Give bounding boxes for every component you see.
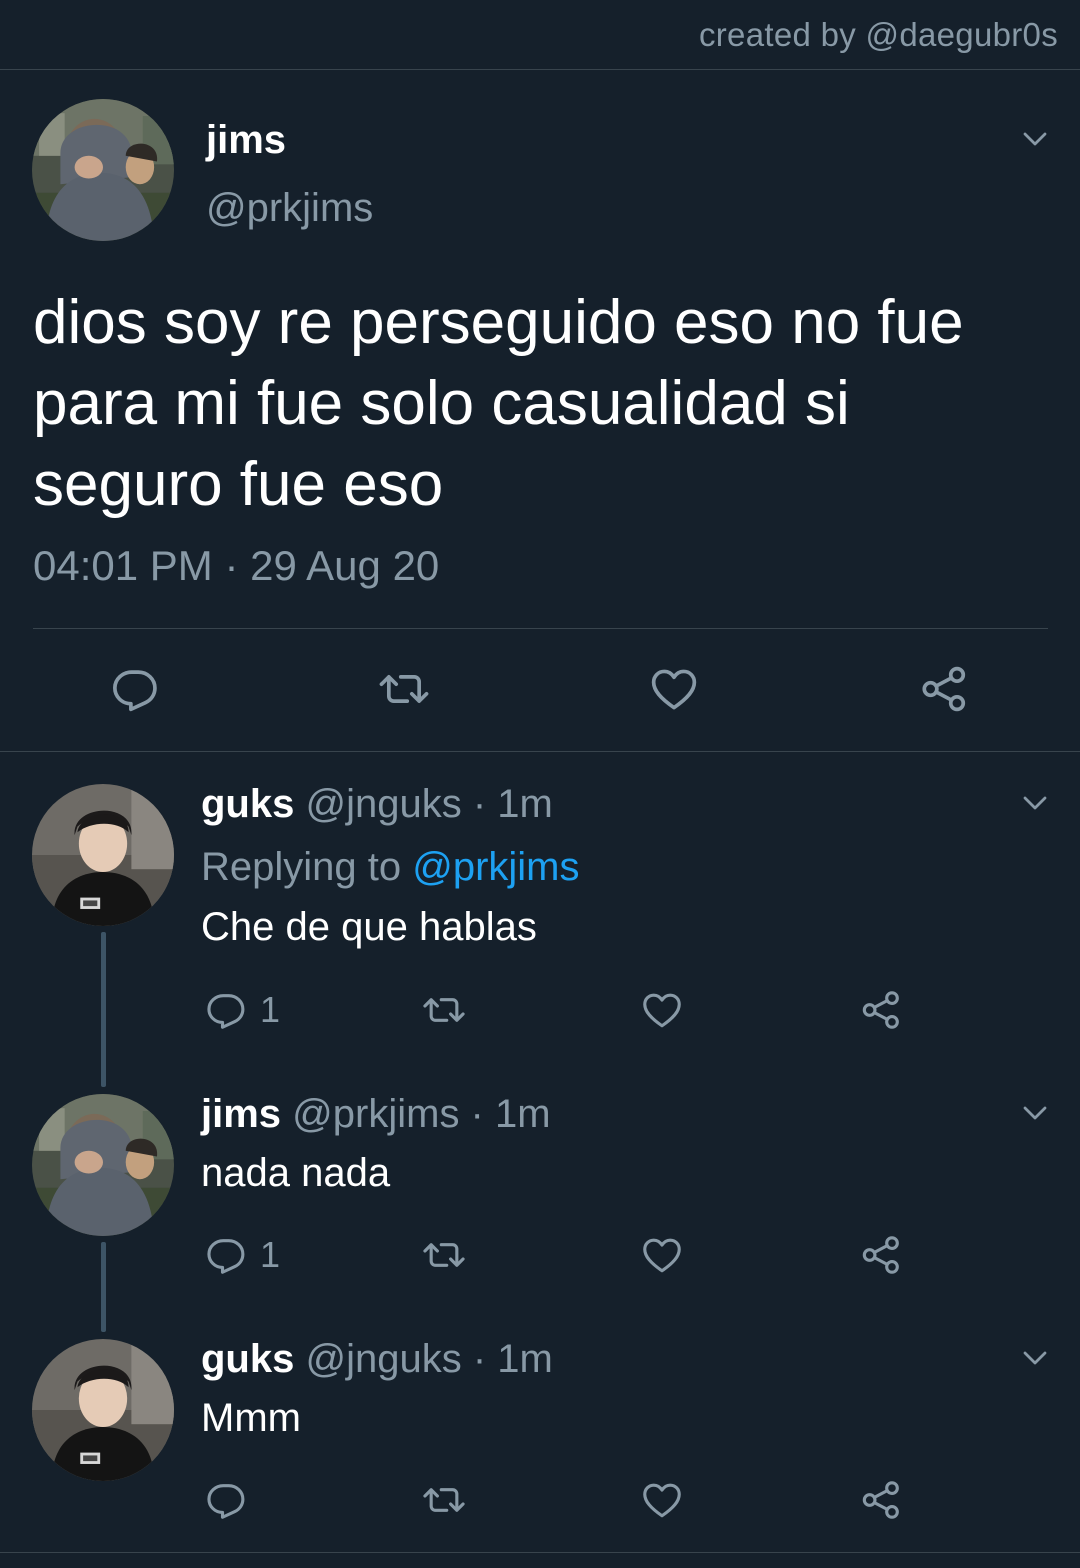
reply-icon: [204, 1478, 248, 1522]
share-button[interactable]: [859, 988, 903, 1032]
retweet-button[interactable]: [378, 663, 430, 715]
divider: [0, 1552, 1080, 1553]
tweet-text: Che de que hablas: [201, 905, 537, 949]
author-handle-time[interactable]: @prkjims · 1m: [292, 1092, 550, 1136]
like-icon: [640, 988, 684, 1032]
author-name[interactable]: jims: [206, 118, 286, 163]
guks-avatar-icon: [32, 1339, 174, 1481]
retweet-icon: [422, 1478, 466, 1522]
share-icon: [859, 1478, 903, 1522]
reply-icon: [204, 988, 248, 1032]
reply-button[interactable]: [204, 1478, 260, 1522]
author-handle-time[interactable]: @jnguks · 1m: [305, 782, 552, 826]
share-icon: [918, 663, 970, 715]
author-handle[interactable]: @prkjims: [206, 186, 373, 231]
retweet-button[interactable]: [422, 988, 466, 1032]
like-icon: [640, 1478, 684, 1522]
retweet-icon: [422, 988, 466, 1032]
share-icon: [859, 988, 903, 1032]
share-icon: [859, 1233, 903, 1277]
like-icon: [640, 1233, 684, 1277]
reply-button[interactable]: 1: [204, 1233, 280, 1277]
share-button[interactable]: [918, 663, 970, 715]
thread-connector: [101, 932, 106, 1087]
guks-avatar-icon: [32, 784, 174, 926]
like-button[interactable]: [640, 1478, 684, 1522]
retweet-button[interactable]: [422, 1233, 466, 1277]
jims-avatar-icon: [32, 1094, 174, 1236]
like-button[interactable]: [640, 1233, 684, 1277]
chevron-down-icon: [1020, 1343, 1050, 1373]
avatar[interactable]: [32, 1339, 174, 1481]
author-name[interactable]: guks: [201, 782, 294, 826]
reply-button[interactable]: [109, 663, 161, 715]
tweet-menu-button[interactable]: [1020, 788, 1050, 818]
avatar[interactable]: [32, 99, 174, 241]
tweet-menu-button[interactable]: [1020, 1343, 1050, 1373]
reply-header: guks @jnguks · 1m: [201, 1337, 553, 1382]
tweet-menu-button[interactable]: [1020, 1098, 1050, 1128]
reply-button[interactable]: 1: [204, 988, 280, 1032]
tweet-timestamp[interactable]: 04:01 PM · 29 Aug 20: [33, 542, 439, 590]
reply-header: guks @jnguks · 1m: [201, 782, 553, 827]
like-button[interactable]: [640, 988, 684, 1032]
reply-count: 1: [260, 989, 281, 1030]
divider: [0, 751, 1080, 752]
reply-icon: [109, 663, 161, 715]
author-name[interactable]: jims: [201, 1092, 281, 1136]
tweet-menu-button[interactable]: [1020, 124, 1050, 154]
author-handle-time[interactable]: @jnguks · 1m: [305, 1337, 552, 1381]
avatar[interactable]: [32, 1094, 174, 1236]
divider: [33, 628, 1048, 629]
retweet-icon: [422, 1233, 466, 1277]
thread-connector: [101, 1242, 106, 1332]
jims-avatar-icon: [32, 99, 174, 241]
replying-to-line: Replying to @prkjims: [201, 845, 580, 890]
mention-link[interactable]: @prkjims: [412, 845, 579, 889]
avatar[interactable]: [32, 784, 174, 926]
author-name[interactable]: guks: [201, 1337, 294, 1381]
share-button[interactable]: [859, 1478, 903, 1522]
watermark-credit: created by @daegubr0s: [698, 16, 1058, 53]
like-icon: [648, 663, 700, 715]
chevron-down-icon: [1020, 124, 1050, 154]
divider: [0, 69, 1080, 70]
chevron-down-icon: [1020, 788, 1050, 818]
retweet-icon: [378, 663, 430, 715]
chevron-down-icon: [1020, 1098, 1050, 1128]
tweet-text: nada nada: [201, 1151, 391, 1195]
reply-header: jims @prkjims · 1m: [201, 1092, 551, 1137]
tweet-text: Mmm: [201, 1396, 301, 1440]
reply-count: 1: [260, 1234, 281, 1275]
retweet-button[interactable]: [422, 1478, 466, 1522]
tweet-text: dios soy re perseguido eso no fue para m…: [33, 288, 964, 519]
replying-prefix: Replying to: [201, 845, 413, 889]
share-button[interactable]: [859, 1233, 903, 1277]
like-button[interactable]: [648, 663, 700, 715]
reply-icon: [204, 1233, 248, 1277]
